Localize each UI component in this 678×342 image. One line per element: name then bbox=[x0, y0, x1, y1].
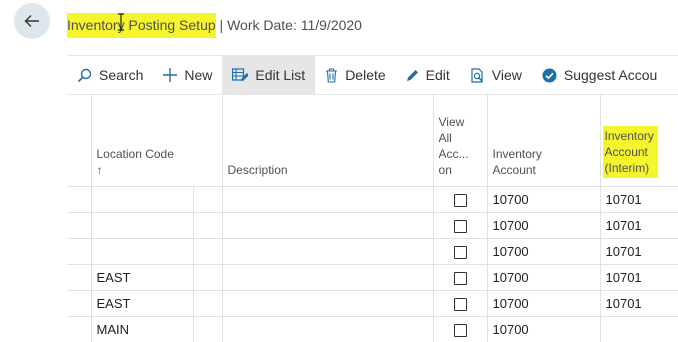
text-cursor-icon bbox=[117, 13, 125, 31]
location-code-cell[interactable] bbox=[91, 213, 193, 239]
inventory-interim-label: Inventory Account (Interim) bbox=[603, 126, 658, 178]
location-code-cell[interactable]: EAST bbox=[91, 291, 193, 317]
location-extra-cell bbox=[193, 187, 222, 213]
column-header-inventory-account[interactable]: Inventory Account bbox=[487, 94, 600, 187]
inventory-interim-cell[interactable]: 10701 bbox=[600, 213, 678, 239]
table-row[interactable]: 10700 10701 bbox=[67, 187, 678, 213]
page-title-highlighted: Inventory Posting Setup bbox=[67, 13, 216, 38]
location-extra-cell bbox=[193, 239, 222, 265]
view-all-checkbox[interactable] bbox=[454, 298, 467, 311]
inventory-account-cell[interactable]: 10700 bbox=[487, 265, 600, 291]
table-row[interactable]: 10700 10701 bbox=[67, 213, 678, 239]
edit-label: Edit bbox=[426, 67, 450, 83]
inventory-interim-cell[interactable]: 10701 bbox=[600, 239, 678, 265]
table-row[interactable]: MAIN 10700 bbox=[67, 317, 678, 342]
view-all-cell bbox=[433, 239, 487, 265]
view-all-cell bbox=[433, 187, 487, 213]
row-selector[interactable] bbox=[67, 265, 91, 291]
work-date-label: | Work Date: 11/9/2020 bbox=[216, 17, 362, 33]
description-cell[interactable] bbox=[222, 317, 433, 342]
inventory-account-cell[interactable]: 10700 bbox=[487, 239, 600, 265]
view-all-checkbox[interactable] bbox=[454, 246, 467, 259]
description-cell[interactable] bbox=[222, 213, 433, 239]
pencil-icon bbox=[406, 69, 419, 82]
table-row[interactable]: 10700 10701 bbox=[67, 239, 678, 265]
column-header-location-code[interactable]: Location Code ↑ bbox=[91, 94, 222, 187]
trash-icon bbox=[325, 68, 338, 83]
edit-list-button[interactable]: Edit List bbox=[222, 56, 315, 94]
inventory-account-cell[interactable]: 10700 bbox=[487, 213, 600, 239]
view-all-cell bbox=[433, 291, 487, 317]
suggest-accounts-label: Suggest Accou bbox=[564, 67, 657, 83]
column-header-inventory-interim[interactable]: Inventory Account (Interim) bbox=[600, 94, 678, 187]
view-all-cell bbox=[433, 265, 487, 291]
table-row[interactable]: EAST 10700 10701 bbox=[67, 291, 678, 317]
view-all-checkbox[interactable] bbox=[454, 324, 467, 337]
location-extra-cell bbox=[193, 213, 222, 239]
row-selector[interactable] bbox=[67, 291, 91, 317]
plus-icon bbox=[163, 68, 177, 82]
new-button[interactable]: New bbox=[153, 56, 222, 94]
description-cell[interactable] bbox=[222, 265, 433, 291]
edit-list-label: Edit List bbox=[255, 67, 305, 83]
column-header-description[interactable]: Description bbox=[222, 94, 433, 187]
delete-label: Delete bbox=[345, 67, 385, 83]
new-label: New bbox=[184, 67, 212, 83]
view-button[interactable]: View bbox=[460, 56, 532, 94]
inventory-account-cell[interactable]: 10700 bbox=[487, 317, 600, 342]
description-label: Description bbox=[228, 163, 288, 177]
location-code-cell[interactable]: MAIN bbox=[91, 317, 193, 342]
back-button[interactable] bbox=[14, 3, 50, 39]
row-selector[interactable] bbox=[67, 187, 91, 213]
view-all-cell bbox=[433, 213, 487, 239]
table-row[interactable]: EAST 10700 10701 bbox=[67, 265, 678, 291]
view-all-cell bbox=[433, 317, 487, 342]
inventory-interim-cell[interactable]: 10701 bbox=[600, 291, 678, 317]
search-label: Search bbox=[99, 67, 143, 83]
suggest-accounts-button[interactable]: Suggest Accou bbox=[532, 56, 667, 94]
row-selector-header bbox=[67, 94, 91, 187]
sort-ascending-icon: ↑ bbox=[97, 162, 218, 178]
inventory-interim-cell[interactable]: 10701 bbox=[600, 265, 678, 291]
location-code-label: Location Code bbox=[97, 147, 174, 161]
check-circle-icon bbox=[542, 68, 557, 83]
location-code-cell[interactable] bbox=[91, 187, 193, 213]
location-extra-cell bbox=[193, 265, 222, 291]
inventory-interim-cell[interactable]: 10701 bbox=[600, 187, 678, 213]
location-extra-cell bbox=[193, 291, 222, 317]
view-all-checkbox[interactable] bbox=[454, 194, 467, 207]
arrow-left-icon bbox=[23, 12, 41, 30]
view-document-icon bbox=[470, 68, 485, 83]
view-all-label: View All Acc... on bbox=[439, 114, 475, 178]
row-selector[interactable] bbox=[67, 317, 91, 342]
location-code-cell[interactable] bbox=[91, 239, 193, 265]
inventory-posting-grid: Location Code ↑ Description View All Acc… bbox=[67, 94, 678, 342]
delete-button[interactable]: Delete bbox=[315, 56, 395, 94]
inventory-account-cell[interactable]: 10700 bbox=[487, 187, 600, 213]
inventory-interim-cell[interactable] bbox=[600, 317, 678, 342]
edit-list-icon bbox=[232, 68, 248, 82]
row-selector[interactable] bbox=[67, 213, 91, 239]
location-code-cell[interactable]: EAST bbox=[91, 265, 193, 291]
description-cell[interactable] bbox=[222, 239, 433, 265]
search-icon bbox=[77, 68, 92, 83]
inventory-account-cell[interactable]: 10700 bbox=[487, 291, 600, 317]
location-extra-cell bbox=[193, 317, 222, 342]
view-label: View bbox=[492, 67, 522, 83]
view-all-checkbox[interactable] bbox=[454, 272, 467, 285]
search-button[interactable]: Search bbox=[67, 56, 153, 94]
page-title: Inventory Posting Setup | Work Date: 11/… bbox=[67, 15, 362, 35]
description-cell[interactable] bbox=[222, 291, 433, 317]
description-cell[interactable] bbox=[222, 187, 433, 213]
row-selector[interactable] bbox=[67, 239, 91, 265]
view-all-checkbox[interactable] bbox=[454, 220, 467, 233]
edit-button[interactable]: Edit bbox=[396, 56, 460, 94]
action-bar: Search New Edit List Delete Edit View bbox=[67, 55, 678, 95]
inventory-account-label: Inventory Account bbox=[493, 146, 553, 178]
column-header-view-all[interactable]: View All Acc... on bbox=[433, 94, 487, 187]
